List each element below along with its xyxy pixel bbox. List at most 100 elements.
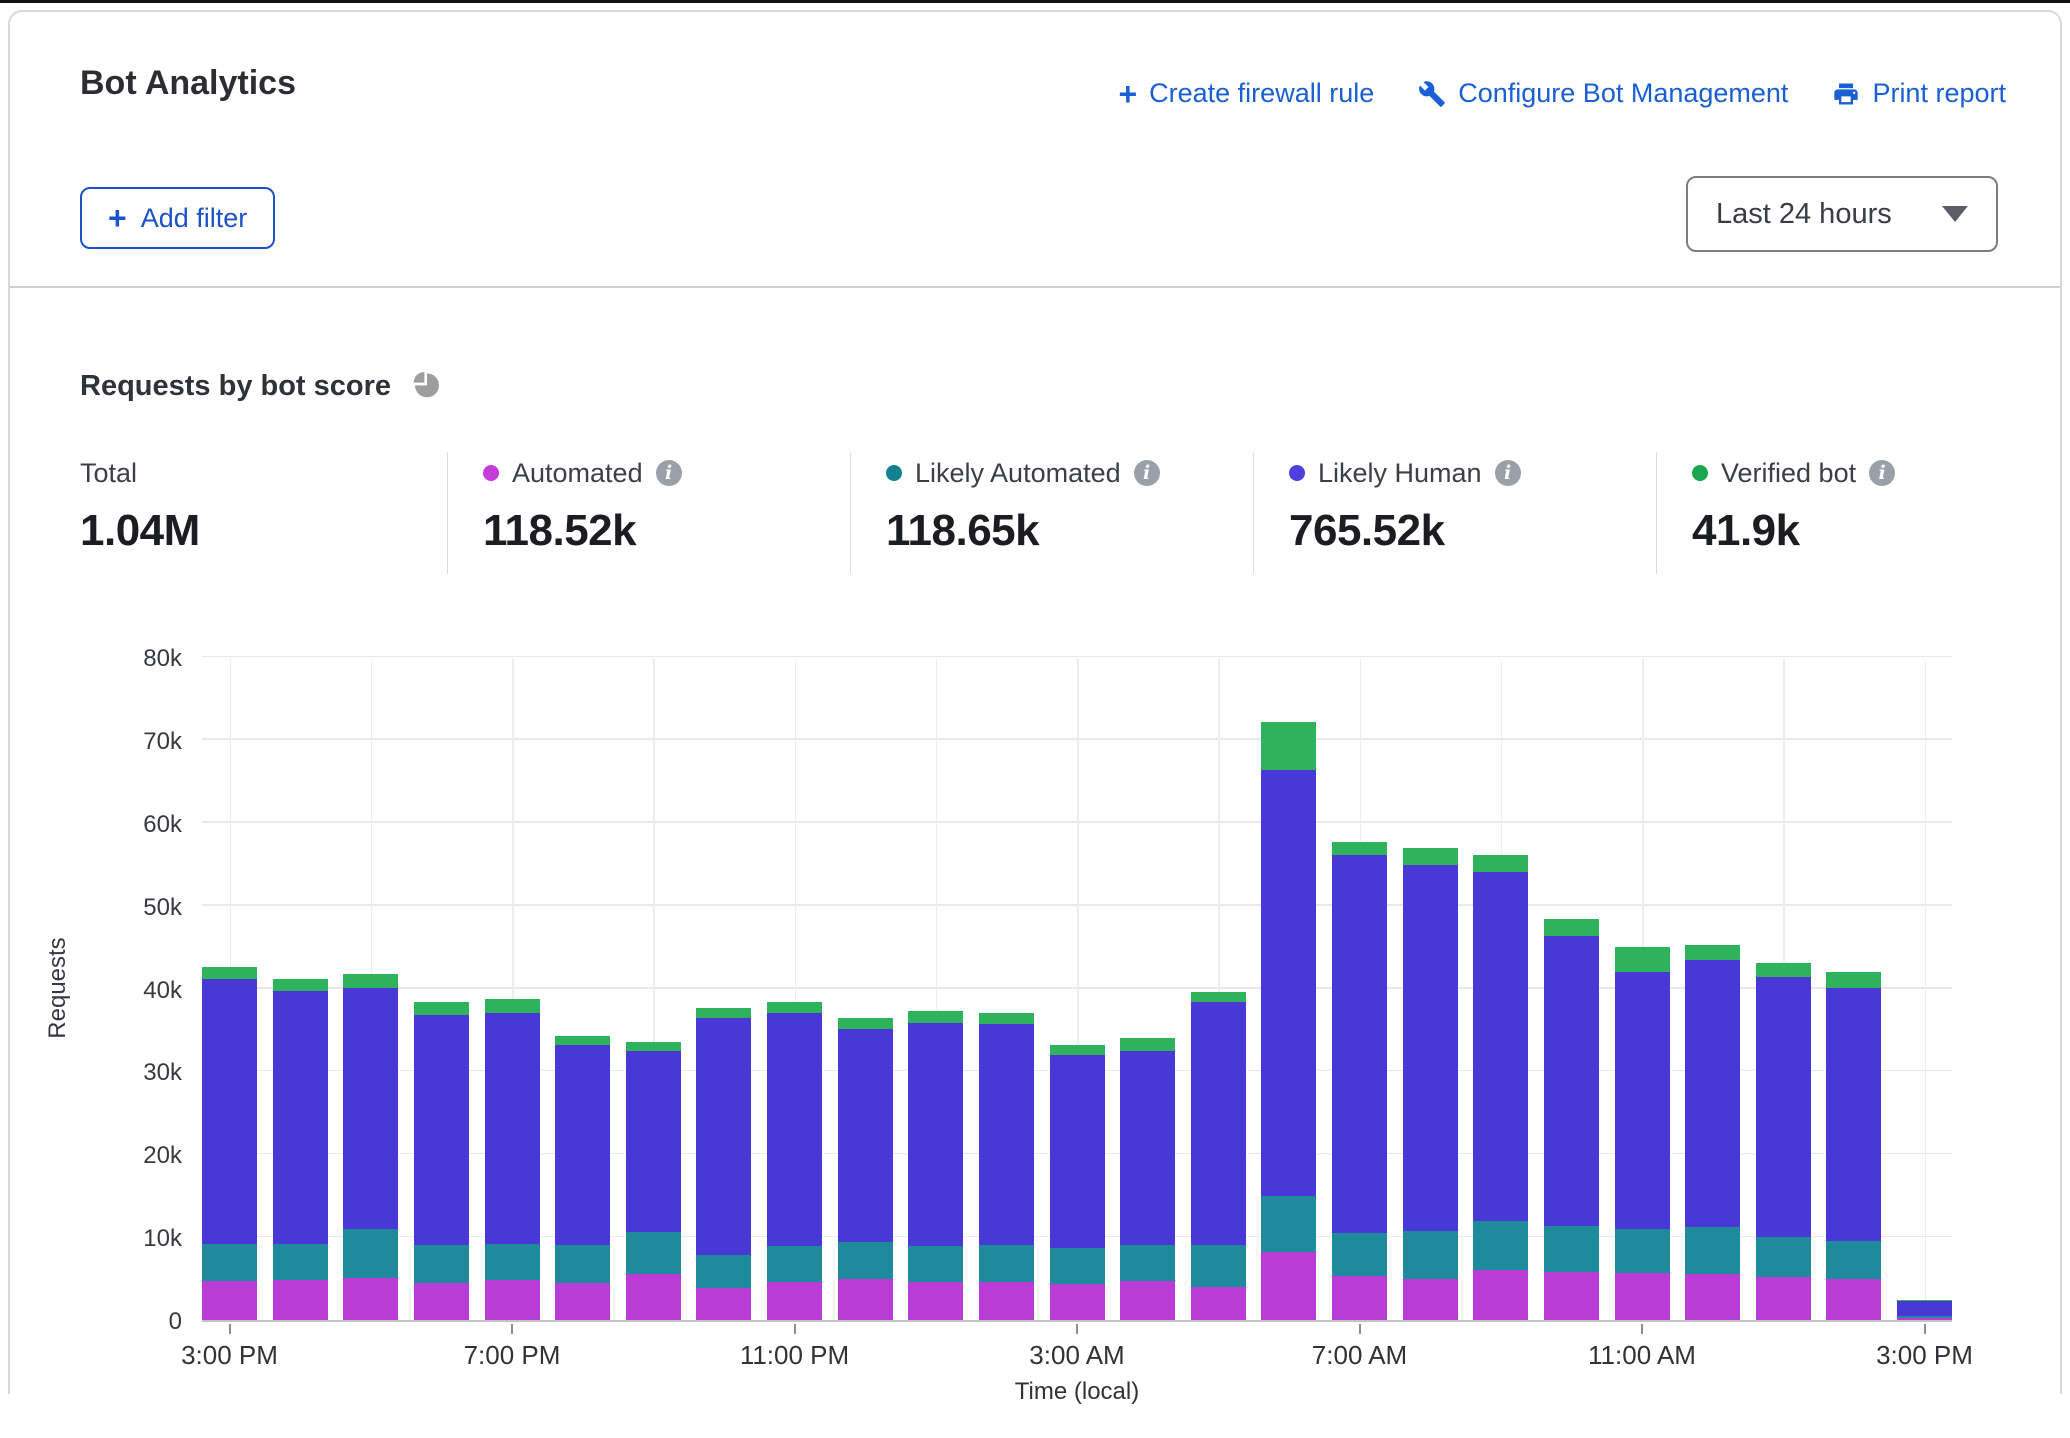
bar-segment-likely-automated: [1332, 1233, 1387, 1276]
bar-2-00-pm: [1826, 972, 1881, 1320]
info-icon[interactable]: i: [1134, 460, 1160, 486]
info-icon[interactable]: i: [1869, 460, 1895, 486]
bar-segment-likely-human: [838, 1029, 893, 1242]
x-tick-label: 11:00 AM: [1532, 1340, 1752, 1371]
bar-segment-verified-bot: [1403, 848, 1458, 865]
plus-icon: +: [1118, 81, 1137, 107]
bar-segment-verified-bot: [979, 1013, 1034, 1025]
bar-segment-likely-human: [1685, 960, 1740, 1228]
bar-segment-likely-automated: [1826, 1241, 1881, 1279]
bar-segment-automated: [485, 1280, 540, 1320]
bar-3-00-am: [1050, 1045, 1105, 1320]
bar-segment-likely-automated: [838, 1242, 893, 1279]
bar-segment-automated: [273, 1280, 328, 1320]
header-divider: [10, 286, 2060, 288]
bar-segment-verified-bot: [838, 1018, 893, 1030]
bar-1-00-am: [908, 1011, 963, 1320]
bar-segment-likely-human: [979, 1024, 1034, 1245]
bar-segment-likely-automated: [1403, 1231, 1458, 1279]
stat-automated: Automated i 118.52k: [447, 452, 850, 574]
chevron-down-icon: [1942, 206, 1968, 222]
bar-segment-likely-human: [908, 1023, 963, 1247]
bar-segment-verified-bot: [343, 974, 398, 987]
wrench-icon: [1418, 80, 1446, 108]
x-tick-mark: [511, 1324, 513, 1334]
bar-segment-likely-human: [1897, 1301, 1952, 1316]
bar-segment-likely-human: [273, 991, 328, 1244]
bar-segment-verified-bot: [485, 999, 540, 1012]
bar-segment-likely-automated: [414, 1245, 469, 1282]
add-filter-button[interactable]: + Add filter: [80, 187, 275, 249]
bar-segment-likely-automated: [1050, 1248, 1105, 1284]
x-tick-label: 3:00 AM: [967, 1340, 1187, 1371]
bar-segment-automated: [696, 1288, 751, 1320]
bar-segment-verified-bot: [1615, 947, 1670, 972]
gridline-vertical: [1925, 659, 1927, 1320]
bar-5-00-pm: [343, 974, 398, 1320]
bar-segment-verified-bot: [767, 1002, 822, 1014]
bar-segment-automated: [979, 1282, 1034, 1320]
plus-icon: +: [108, 200, 127, 237]
verified-bot-legend-dot: [1692, 465, 1708, 481]
bar-segment-likely-human: [485, 1013, 540, 1244]
create-firewall-rule-link[interactable]: + Create firewall rule: [1118, 78, 1374, 109]
bar-segment-likely-automated: [1756, 1237, 1811, 1277]
section-title: Requests by bot score: [80, 370, 391, 403]
print-report-label: Print report: [1872, 78, 2006, 109]
create-firewall-rule-label: Create firewall rule: [1149, 78, 1374, 109]
stat-likely-human: Likely Human i 765.52k: [1253, 452, 1656, 574]
bar-segment-likely-automated: [1191, 1245, 1246, 1287]
bar-segment-likely-human: [1120, 1051, 1175, 1244]
info-icon[interactable]: i: [656, 460, 682, 486]
bar-segment-verified-bot: [414, 1002, 469, 1015]
bar-segment-likely-automated: [908, 1246, 963, 1282]
stat-verified-bot-value: 41.9k: [1692, 506, 2059, 556]
stat-likely-automated-value: 118.65k: [886, 506, 1253, 556]
bar-segment-likely-human: [1826, 988, 1881, 1241]
y-tick-label: 10k: [10, 1225, 182, 1253]
bar-segment-automated: [1473, 1270, 1528, 1320]
bar-6-00-pm: [414, 1002, 469, 1320]
bar-10-00-pm: [696, 1008, 751, 1320]
y-tick-label: 20k: [10, 1142, 182, 1170]
configure-bot-management-label: Configure Bot Management: [1458, 78, 1788, 109]
bar-segment-likely-human: [626, 1051, 681, 1233]
window-top-edge: [0, 0, 2070, 3]
stat-automated-value: 118.52k: [483, 506, 850, 556]
bar-9-00-pm: [626, 1042, 681, 1320]
configure-bot-management-link[interactable]: Configure Bot Management: [1418, 78, 1788, 109]
bar-segment-verified-bot: [1332, 842, 1387, 855]
x-tick-mark: [1924, 1324, 1926, 1334]
bar-segment-likely-automated: [979, 1245, 1034, 1282]
bar-4-00-pm: [273, 979, 328, 1320]
bar-segment-automated: [202, 1281, 257, 1320]
bar-segment-likely-human: [1756, 977, 1811, 1237]
time-range-value: Last 24 hours: [1716, 198, 1942, 231]
bar-11-00-pm: [767, 1002, 822, 1320]
x-tick-mark: [1076, 1324, 1078, 1334]
bar-segment-verified-bot: [1685, 945, 1740, 960]
x-axis-title: Time (local): [202, 1378, 1952, 1406]
bar-3-00-pm: [1897, 1300, 1952, 1320]
bar-9-00-am: [1473, 855, 1528, 1320]
time-range-select[interactable]: Last 24 hours: [1686, 176, 1998, 252]
bar-segment-likely-human: [1261, 770, 1316, 1196]
x-tick-label: 3:00 PM: [120, 1340, 340, 1371]
bar-segment-likely-automated: [1615, 1229, 1670, 1273]
stat-likely-human-label: Likely Human: [1318, 458, 1482, 489]
bar-segment-verified-bot: [1544, 919, 1599, 936]
automated-legend-dot: [483, 465, 499, 481]
bar-segment-automated: [555, 1283, 610, 1320]
bar-segment-automated: [1120, 1281, 1175, 1320]
bar-segment-automated: [1050, 1284, 1105, 1321]
bar-segment-likely-automated: [696, 1255, 751, 1287]
info-icon[interactable]: i: [1495, 460, 1521, 486]
y-tick-label: 80k: [10, 645, 182, 673]
bar-segment-automated: [908, 1282, 963, 1320]
stat-total-value: 1.04M: [80, 506, 447, 556]
print-report-link[interactable]: Print report: [1832, 78, 2006, 109]
bar-segment-verified-bot: [1120, 1038, 1175, 1051]
x-tick-mark: [794, 1324, 796, 1334]
bar-segment-likely-human: [1332, 855, 1387, 1233]
y-tick-label: 50k: [10, 894, 182, 922]
